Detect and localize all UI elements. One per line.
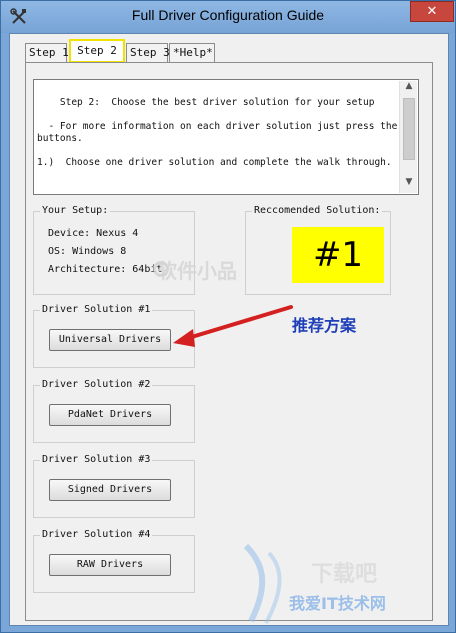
your-setup-label: Your Setup: <box>40 205 111 217</box>
tab-label: *Help* <box>173 46 213 59</box>
tab-step-1[interactable]: Step 1 <box>25 43 69 63</box>
driver-solution-2-label: Driver Solution #2 <box>40 379 153 391</box>
setup-os: OS: Windows 8 <box>48 246 127 257</box>
driver-solution-1-label: Driver Solution #1 <box>40 304 153 316</box>
raw-drivers-button[interactable]: RAW Drivers <box>49 554 171 576</box>
app-window: Full Driver Configuration Guide ✕ Step 1… <box>0 0 456 633</box>
tab-label: Step 1 <box>29 46 69 59</box>
tools-icon <box>10 8 26 24</box>
tab-help[interactable]: *Help* <box>169 43 215 63</box>
watermark-brand: 软件小品 <box>157 259 237 283</box>
pdanet-drivers-button[interactable]: PdaNet Drivers <box>49 404 171 426</box>
instructions-scrollbar[interactable]: ▲ ▼ <box>399 81 417 193</box>
scroll-down-arrow-icon[interactable]: ▼ <box>400 177 418 193</box>
scroll-thumb[interactable] <box>403 98 415 160</box>
watermark-swoosh-icon: 下载吧 <box>243 543 377 624</box>
scroll-up-arrow-icon[interactable]: ▲ <box>400 81 418 97</box>
svg-text:下载吧: 下载吧 <box>311 561 377 587</box>
annotation-label: 推荐方案 <box>292 316 357 335</box>
instructions-textbox[interactable]: Step 2: Choose the best driver solution … <box>33 79 419 195</box>
close-button[interactable]: ✕ <box>410 1 454 22</box>
universal-drivers-button[interactable]: Universal Drivers <box>49 329 171 351</box>
driver-solution-3-label: Driver Solution #3 <box>40 454 153 466</box>
tab-step-2[interactable]: Step 2 <box>69 39 125 63</box>
title-bar[interactable]: Full Driver Configuration Guide ✕ <box>1 1 455 33</box>
tab-label: Step 2 <box>77 44 117 57</box>
annotation-arrow-icon <box>173 305 293 347</box>
window-title: Full Driver Configuration Guide <box>131 7 325 23</box>
recommended-solution-label: Reccomended Solution: <box>252 205 383 217</box>
tab-label: Step 3 <box>130 46 170 59</box>
recommended-solution-value: #1 <box>292 227 384 283</box>
watermark-site: 我爱IT技术网 <box>289 594 386 613</box>
instructions-text: Step 2: Choose the best driver solution … <box>37 97 398 168</box>
setup-device: Device: Nexus 4 <box>48 228 139 239</box>
signed-drivers-button[interactable]: Signed Drivers <box>49 479 171 501</box>
tab-step-3[interactable]: Step 3 <box>126 43 170 63</box>
setup-architecture: Architecture: 64bit <box>48 264 163 275</box>
driver-solution-4-label: Driver Solution #4 <box>40 529 153 541</box>
close-icon: ✕ <box>426 4 438 19</box>
